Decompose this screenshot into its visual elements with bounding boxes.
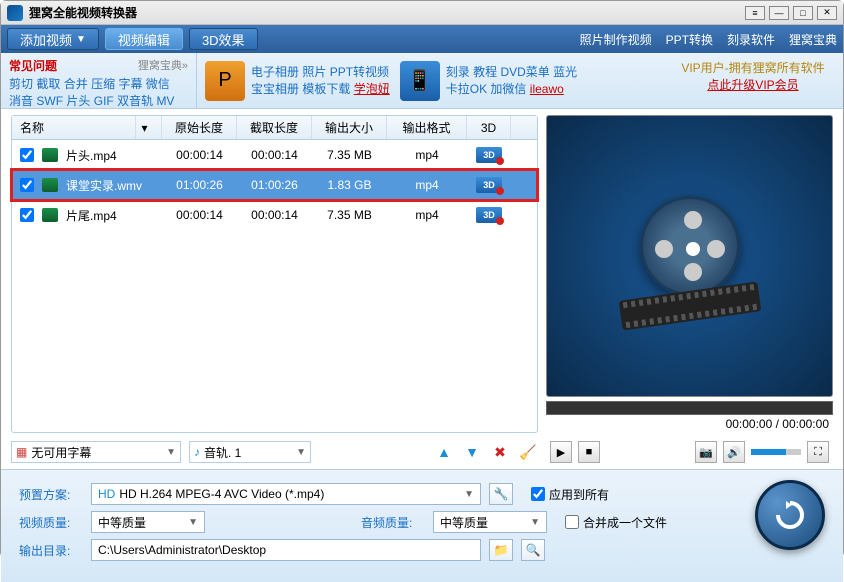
- audio-track-select[interactable]: ♪音轨. 1▼: [189, 441, 311, 463]
- window-title: 狸窝全能视频转换器: [29, 4, 745, 21]
- out-size: 7.35 MB: [312, 148, 387, 162]
- col-orig-len[interactable]: 原始长度: [162, 116, 237, 139]
- 3d-badge[interactable]: 3D: [476, 207, 502, 223]
- play-button[interactable]: ▶: [550, 441, 572, 463]
- volume-button[interactable]: 🔊: [723, 441, 745, 463]
- profile-label: 预置方案:: [19, 486, 83, 503]
- volume-slider[interactable]: [751, 449, 801, 455]
- preview-area: [546, 115, 833, 397]
- orig-length: 00:00:14: [162, 148, 237, 162]
- col-out-fmt[interactable]: 输出格式: [387, 116, 467, 139]
- move-up-button[interactable]: ▲: [434, 442, 454, 462]
- out-size: 1.83 GB: [312, 178, 387, 192]
- stop-button[interactable]: ■: [578, 441, 600, 463]
- cut-length: 00:00:14: [237, 148, 312, 162]
- out-size: 7.35 MB: [312, 208, 387, 222]
- video-icon: [42, 208, 58, 222]
- snapshot-button[interactable]: 📷: [695, 441, 717, 463]
- file-name: 课堂实录.wmv: [62, 177, 162, 194]
- app-icon: [7, 5, 23, 21]
- row-checkbox[interactable]: [20, 178, 34, 192]
- link-photo-video[interactable]: 照片制作视频: [580, 31, 652, 48]
- faq-more[interactable]: 狸窝宝典»: [138, 57, 188, 74]
- table-row[interactable]: 片头.mp400:00:1400:00:147.35 MBmp43D: [12, 140, 537, 170]
- file-name: 片头.mp4: [62, 147, 162, 164]
- col-cut-len[interactable]: 截取长度: [237, 116, 312, 139]
- minimize-button[interactable]: —: [769, 6, 789, 20]
- faq-links-row2: 消音 SWF 片头 GIF 双音轨 MV: [9, 93, 188, 110]
- add-video-button[interactable]: 添加视频▼: [7, 28, 99, 50]
- orig-length: 00:00:14: [162, 208, 237, 222]
- delete-button[interactable]: ✖: [490, 442, 510, 462]
- clear-button[interactable]: 🧹: [518, 442, 538, 462]
- menu-button[interactable]: ≡: [745, 6, 765, 20]
- col-3d[interactable]: 3D: [467, 116, 511, 139]
- convert-button[interactable]: [755, 480, 825, 550]
- film-reel-icon: [630, 196, 750, 316]
- apply-all-checkbox[interactable]: 应用到所有: [531, 486, 609, 503]
- video-icon: [42, 148, 58, 162]
- out-format: mp4: [387, 148, 467, 162]
- preview-time: 00:00:00 / 00:00:00: [546, 415, 833, 433]
- table-row[interactable]: 片尾.mp400:00:1400:00:147.35 MBmp43D: [12, 200, 537, 230]
- merge-checkbox[interactable]: 合并成一个文件: [565, 514, 667, 531]
- 3d-badge[interactable]: 3D: [476, 177, 502, 193]
- sort-icon[interactable]: ▾: [135, 116, 153, 139]
- outdir-label: 输出目录:: [19, 542, 83, 559]
- ppt-icon: P: [205, 61, 245, 101]
- profile-select[interactable]: HDHD H.264 MPEG-4 AVC Video (*.mp4)▼: [91, 483, 481, 505]
- phone-icon: 📱: [400, 61, 440, 101]
- maximize-button[interactable]: □: [793, 6, 813, 20]
- link-burn[interactable]: 刻录软件: [727, 31, 775, 48]
- video-icon: [42, 178, 58, 192]
- video-edit-button[interactable]: 视频编辑: [105, 28, 183, 50]
- preview-scrubber[interactable]: [546, 401, 833, 415]
- faq-header: 常见问题: [9, 57, 57, 74]
- cut-length: 01:00:26: [237, 178, 312, 192]
- col-out-size[interactable]: 输出大小: [312, 116, 387, 139]
- audio-quality-select[interactable]: 中等质量▼: [433, 511, 547, 533]
- fullscreen-button[interactable]: ⛶: [807, 441, 829, 463]
- col-name[interactable]: 名称▾: [12, 116, 162, 139]
- profile-settings-button[interactable]: 🔧: [489, 483, 513, 505]
- link-ppt-convert[interactable]: PPT转换: [666, 31, 713, 48]
- 3d-effect-button[interactable]: 3D效果: [189, 28, 258, 50]
- cut-length: 00:00:14: [237, 208, 312, 222]
- vip-upgrade-link[interactable]: 点此升级VIP会员: [669, 76, 837, 93]
- 3d-badge[interactable]: 3D: [476, 147, 502, 163]
- out-format: mp4: [387, 178, 467, 192]
- row-checkbox[interactable]: [20, 148, 34, 162]
- out-format: mp4: [387, 208, 467, 222]
- faq-links-row1: 剪切 截取 合并 压缩 字幕 微信: [9, 76, 188, 93]
- orig-length: 01:00:26: [162, 178, 237, 192]
- file-name: 片尾.mp4: [62, 207, 162, 224]
- close-button[interactable]: ✕: [817, 6, 837, 20]
- row-checkbox[interactable]: [20, 208, 34, 222]
- vq-label: 视频质量:: [19, 514, 83, 531]
- video-quality-select[interactable]: 中等质量▼: [91, 511, 205, 533]
- vip-text: VIP用户-拥有狸窝所有软件: [669, 59, 837, 76]
- aq-label: 音频质量:: [361, 514, 425, 531]
- link-baodian[interactable]: 狸窝宝典: [789, 31, 837, 48]
- subtitle-select[interactable]: ▦无可用字幕▼: [11, 441, 181, 463]
- table-row[interactable]: 课堂实录.wmv01:00:2601:00:261.83 GBmp43D: [12, 170, 537, 200]
- move-down-button[interactable]: ▼: [462, 442, 482, 462]
